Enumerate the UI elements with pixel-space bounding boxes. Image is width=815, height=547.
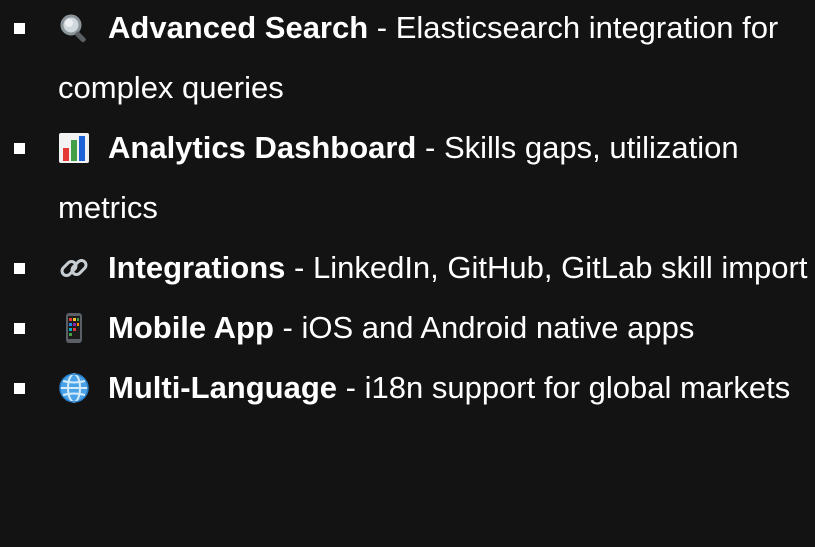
list-item: Mobile App - iOS and Android native apps [0,298,815,358]
feature-title: Integrations [108,250,286,285]
magnifying-glass-icon [58,12,94,44]
link-icon [58,252,94,284]
separator: - [368,10,396,45]
separator: - [337,370,365,405]
separator: - [416,130,444,165]
separator: - [285,250,313,285]
feature-list-page: Advanced Search - Elasticsearch integrat… [0,0,815,547]
bullet-marker [14,383,25,394]
globe-icon [58,372,94,404]
list-item: Advanced Search - Elasticsearch integrat… [0,0,815,118]
bar-chart-icon [58,132,94,164]
separator: - [273,310,302,345]
feature-description: i18n support for global markets [364,370,791,405]
feature-list: Advanced Search - Elasticsearch integrat… [0,0,815,418]
bullet-marker [14,263,25,274]
list-item: Integrations - LinkedIn, GitHub, GitLab … [0,238,815,298]
mobile-phone-icon [58,312,94,344]
bullet-marker [14,23,25,34]
feature-title: Analytics Dashboard [108,130,417,165]
feature-description: LinkedIn, GitHub, GitLab skill import [312,250,808,285]
list-item: Multi-Language - i18n support for global… [0,358,815,418]
list-item: Analytics Dashboard - Skills gaps, utili… [0,118,815,238]
bullet-marker [14,143,25,154]
feature-title: Advanced Search [108,10,369,45]
feature-title: Multi-Language [108,370,338,405]
bullet-marker [14,323,25,334]
feature-description: iOS and Android native apps [301,310,695,345]
feature-title: Mobile App [108,310,274,345]
